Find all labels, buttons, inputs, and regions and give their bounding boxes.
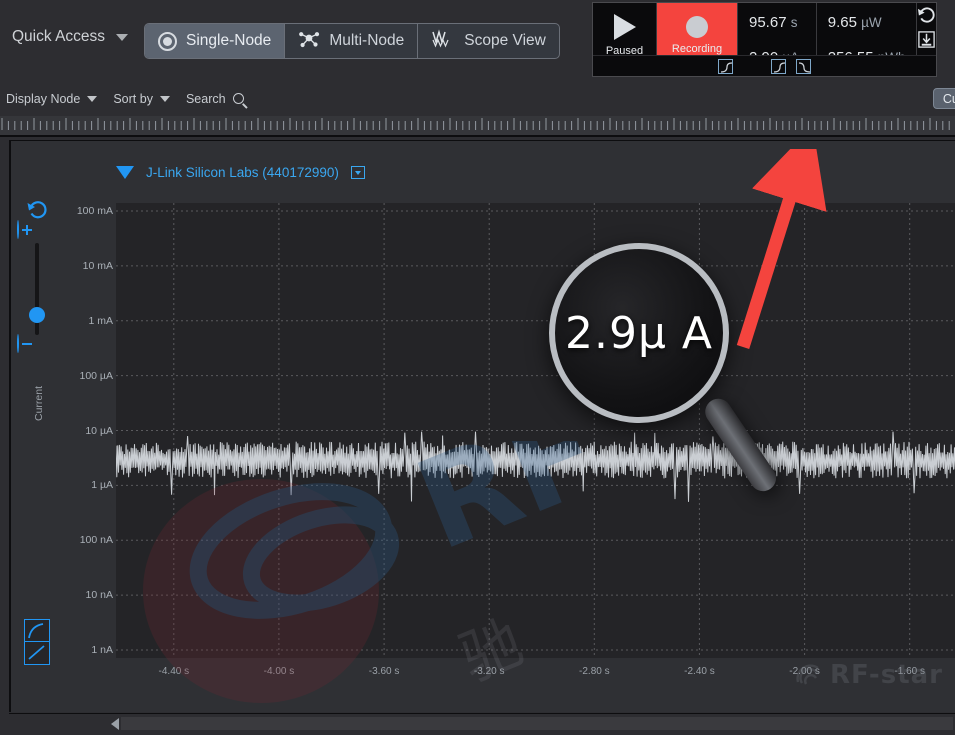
record-dot-icon [686, 16, 708, 38]
node-header[interactable]: J-Link Silicon Labs (440172990) [116, 165, 365, 180]
magnifier-callout: 2.9μ A [541, 241, 811, 531]
tab-single-node[interactable]: Single-Node [145, 24, 285, 58]
quick-access-label: Quick Access [12, 28, 105, 46]
node-name-label: J-Link Silicon Labs (440172990) [146, 165, 339, 180]
sort-by-dropdown[interactable]: Sort by [113, 92, 170, 106]
zoom-controls [17, 199, 57, 353]
y-axis-tick-label: 10 nA [61, 589, 113, 601]
x-axis-tick-label: -3.20 s [474, 666, 505, 677]
tab-single-node-label: Single-Node [186, 32, 271, 50]
callout-arrow-icon [731, 149, 841, 359]
display-node-label: Display Node [6, 92, 80, 106]
search-label: Search [186, 92, 226, 106]
x-axis-tick-label: -4.40 s [159, 666, 190, 677]
x-axis-tick-label: -3.60 s [369, 666, 400, 677]
brand-watermark-text: RF-star [830, 660, 943, 690]
tab-multi-node[interactable]: Multi-Node [285, 24, 418, 58]
log-scale-button[interactable] [24, 619, 50, 642]
y-axis-tick-label: 1 µA [61, 479, 113, 491]
trigger-icon-row [593, 55, 936, 76]
reset-icon[interactable] [917, 6, 936, 25]
rising-edge-icon-2[interactable] [771, 59, 786, 74]
measurement-power: 9.65 µW [828, 14, 905, 31]
zoom-in-button[interactable] [17, 220, 19, 239]
y-axis-tick-label: 100 µA [61, 370, 113, 382]
linear-scale-button[interactable] [24, 642, 50, 665]
sort-by-label: Sort by [113, 92, 153, 106]
search-control[interactable]: Search [186, 92, 244, 106]
y-axis-tick-label: 1 mA [61, 315, 113, 327]
tab-multi-node-label: Multi-Node [329, 32, 404, 50]
play-icon [614, 14, 636, 40]
recorder-panel: Paused Recording 95.67 s 2.90 µA [592, 2, 937, 77]
magnifier-lens: 2.9μ A [549, 243, 729, 423]
search-icon [233, 93, 244, 104]
collapse-triangle-icon[interactable] [116, 166, 134, 179]
y-axis-tick-label: 100 nA [61, 534, 113, 546]
tick-ruler [0, 116, 955, 137]
multi-node-icon [298, 29, 320, 54]
x-axis-tick-label: -4.00 s [264, 666, 295, 677]
current-view-button[interactable]: Cur [933, 88, 955, 109]
rising-edge-icon-1[interactable] [718, 59, 733, 74]
magnifier-handle [700, 394, 781, 496]
y-axis-tick-label: 10 mA [61, 260, 113, 272]
chevron-down-icon [87, 96, 97, 102]
x-axis-tick-label: -2.80 s [579, 666, 610, 677]
measurement-time-unit: s [791, 15, 798, 30]
chevron-down-icon [160, 96, 170, 102]
x-axis-tick-label: -2.40 s [684, 666, 715, 677]
display-node-dropdown[interactable]: Display Node [6, 92, 97, 106]
zoom-out-button[interactable] [17, 334, 19, 353]
single-node-icon [158, 32, 177, 51]
scale-toggle-group [24, 619, 50, 665]
magnifier-value: 2.9μ A [565, 308, 713, 359]
zoom-slider[interactable] [35, 243, 39, 335]
record-label: Recording [672, 43, 722, 55]
tab-scope-view-label: Scope View [464, 32, 546, 50]
y-axis-tick-label: 10 µA [61, 425, 113, 437]
tab-scope-view[interactable]: Scope View [418, 24, 559, 58]
chart-panel: J-Link Silicon Labs (440172990) [9, 140, 955, 712]
node-options-icon[interactable] [351, 166, 365, 179]
zoom-slider-handle[interactable] [29, 307, 45, 323]
quick-access-menu[interactable]: Quick Access [12, 28, 128, 46]
save-icon[interactable] [917, 30, 936, 49]
brand-watermark: RF-star [794, 660, 943, 690]
top-toolbar: Quick Access Single-Node [0, 0, 955, 81]
view-mode-group: Single-Node Multi-Node [144, 23, 560, 59]
measurement-time: 95.67 s [749, 14, 805, 31]
zoom-reset-icon[interactable] [26, 199, 48, 221]
measurement-power-value: 9.65 [828, 14, 857, 31]
y-axis-title: Current [33, 386, 45, 421]
app-root: Quick Access Single-Node [0, 0, 955, 735]
filter-toolbar: Display Node Sort by Search Cur [0, 81, 955, 116]
chevron-down-icon [116, 34, 128, 41]
y-axis-tick-label: 100 mA [61, 205, 113, 217]
measurement-power-unit: µW [861, 15, 882, 30]
measurement-time-value: 95.67 [749, 14, 787, 31]
scroll-left-arrow-icon[interactable] [111, 718, 119, 730]
scope-view-icon [431, 29, 455, 54]
horizontal-scrollbar[interactable] [9, 713, 955, 733]
scroll-track[interactable] [121, 717, 953, 730]
y-axis-tick-label: 1 nA [61, 644, 113, 656]
falling-edge-icon[interactable] [796, 59, 811, 74]
